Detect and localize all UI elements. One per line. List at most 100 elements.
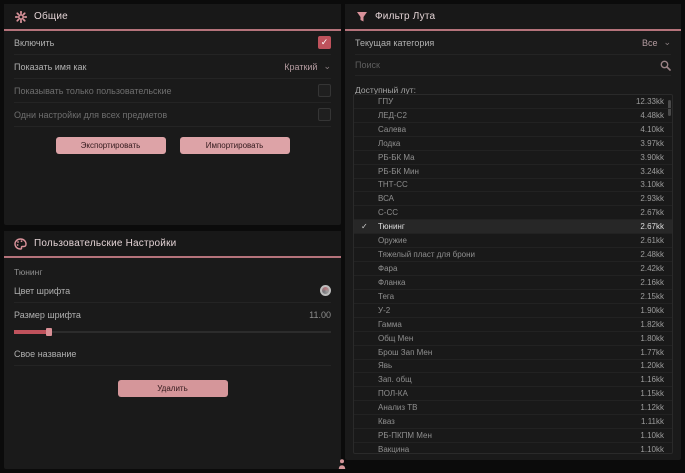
loot-list-item[interactable]: Лодка3.97kk	[354, 137, 672, 151]
loot-list-item[interactable]: РБ-БК Мин3.24kk	[354, 165, 672, 179]
loot-item-name: Зап. общ	[378, 375, 412, 384]
loot-item-price: 2.93kk	[640, 194, 664, 203]
loot-item-name: Вакцина	[378, 445, 409, 454]
slider-fill	[14, 330, 48, 334]
loot-list-item[interactable]: ПОЛ-КА 1.15kk	[354, 387, 672, 401]
only-custom-checkbox[interactable]	[318, 84, 331, 97]
loot-list-item[interactable]: Салева4.10kk	[354, 123, 672, 137]
font-size-label: Размер шрифта	[14, 310, 81, 320]
loot-list-item[interactable]: Анализ ТВ1.12kk	[354, 401, 672, 415]
delete-row: Удалить	[4, 380, 341, 397]
loot-list-item[interactable]: С-СС2.67kk	[354, 206, 672, 220]
loot-list-item[interactable]: ЛЕД-С2 4.48kk	[354, 109, 672, 123]
loot-list-item[interactable]: Фланка2.16kk	[354, 276, 672, 290]
loot-list-item[interactable]: Явь 1.20kk	[354, 360, 672, 374]
category-label: Текущая категория	[355, 38, 434, 48]
gear-icon	[14, 10, 27, 23]
loot-item-name: РБ-ПКПМ Мен	[378, 431, 432, 440]
loot-list-item[interactable]: ✓ Тюнинг 2.67kk	[354, 220, 672, 234]
font-size-value: 11.00	[309, 310, 331, 320]
color-wheel-icon[interactable]	[320, 285, 331, 296]
loot-list-item[interactable]: Общ Мен1.80kk	[354, 332, 672, 346]
same-settings-row: Одни настройки для всех предметов	[14, 103, 331, 127]
loot-item-name: Явь	[378, 361, 392, 370]
loot-item-price: 1.11kk	[641, 417, 664, 426]
enable-label: Включить	[14, 38, 54, 48]
loot-list-item[interactable]: РБ-ПКПМ Мен 1.10kk	[354, 429, 672, 443]
loot-list-item[interactable]: ВСА 2.93kk	[354, 192, 672, 206]
loot-item-name: РБ-БК Мин	[378, 167, 419, 176]
loot-item-price: 1.15kk	[640, 389, 664, 398]
loot-list-item[interactable]: Оружие 2.61kk	[354, 234, 672, 248]
font-size-slider[interactable]	[14, 328, 331, 336]
palette-icon	[14, 237, 27, 250]
loot-item-price: 2.61kk	[640, 236, 664, 245]
loot-item-price: 1.20kk	[640, 361, 664, 370]
delete-button[interactable]: Удалить	[118, 380, 228, 397]
loot-list-item[interactable]: У-21.90kk	[354, 304, 672, 318]
loot-item-price: 1.90kk	[640, 306, 664, 315]
general-panel-title: Общие	[34, 11, 68, 22]
selected-item-label: Тюнинг	[14, 267, 331, 277]
same-settings-checkbox[interactable]	[318, 108, 331, 121]
chevron-down-icon: ⌄	[323, 62, 331, 71]
loot-item-name: Анализ ТВ	[378, 403, 417, 412]
loot-list-item[interactable]: Брош Зап Мен1.77kk	[354, 346, 672, 360]
loot-item-price: 2.67kk	[640, 222, 664, 231]
loot-list-item[interactable]: Тега 2.15kk	[354, 290, 672, 304]
custom-settings-header: Пользовательские Настройки	[4, 231, 341, 258]
name-display-dropdown[interactable]: Краткий ⌄	[284, 62, 331, 72]
loot-list-item[interactable]: Вакцина1.10kk	[354, 443, 672, 454]
export-button[interactable]: Экспортировать	[56, 137, 166, 154]
loot-list-item[interactable]: РБ-БК Ма3.90kk	[354, 151, 672, 165]
loot-item-name: Гамма	[378, 320, 402, 329]
loot-item-name: Тюнинг	[378, 222, 405, 231]
loot-item-price: 2.15kk	[640, 292, 664, 301]
loot-item-price: 3.97kk	[640, 139, 664, 148]
slider-track	[14, 331, 331, 333]
name-display-label: Показать имя как	[14, 62, 86, 72]
enable-checkbox[interactable]: ✓	[318, 36, 331, 49]
mod-launcher-icon[interactable]	[336, 458, 348, 470]
loot-list-item[interactable]: Зап. общ 1.16kk	[354, 373, 672, 387]
general-panel: Общие Включить ✓ Показать имя как Кратки…	[4, 4, 341, 225]
general-panel-header: Общие	[4, 4, 341, 31]
loot-list-item[interactable]: Фара2.42kk	[354, 262, 672, 276]
loot-item-price: 1.10kk	[640, 431, 664, 440]
font-color-row: Цвет шрифта	[14, 279, 331, 303]
category-dropdown[interactable]: Все ⌄	[642, 38, 671, 48]
loot-item-price: 1.16kk	[640, 375, 664, 384]
loot-item-name: Тега	[378, 292, 394, 301]
loot-item-name: ВСА	[378, 194, 394, 203]
loot-list-item[interactable]: Гамма1.82kk	[354, 318, 672, 332]
loot-filter-title: Фильтр Лута	[375, 11, 435, 22]
loot-list-item[interactable]: Кваз1.11kk	[354, 415, 672, 429]
enable-row: Включить ✓	[14, 31, 331, 55]
loot-item-name: Тяжелый пласт для брони	[378, 250, 475, 259]
search-icon[interactable]	[660, 60, 671, 71]
loot-item-price: 4.48kk	[640, 111, 664, 120]
loot-item-name: Брош Зап Мен	[378, 348, 432, 357]
loot-item-name: Фара	[378, 264, 397, 273]
checkmark-icon: ✓	[361, 222, 368, 231]
loot-list-item[interactable]: ГПУ12.33kk	[354, 95, 672, 109]
loot-item-name: ГПУ	[378, 97, 393, 106]
loot-item-name: ЛЕД-С2	[378, 111, 407, 120]
loot-list-item[interactable]: ТНТ-СС 3.10kk	[354, 179, 672, 193]
loot-item-price: 1.80kk	[640, 334, 664, 343]
import-button[interactable]: Импортировать	[180, 137, 290, 154]
custom-settings-panel: Пользовательские Настройки Тюнинг Цвет ш…	[4, 231, 341, 469]
loot-item-name: Салева	[378, 125, 406, 134]
loot-item-name: ПОЛ-КА	[378, 389, 408, 398]
custom-name-label: Свое название	[14, 349, 76, 359]
loot-item-name: Оружие	[378, 236, 407, 245]
loot-filter-panel: Фильтр Лута Текущая категория Все ⌄ Поис…	[345, 4, 681, 460]
search-row: Поиск	[355, 55, 671, 76]
loot-list-item[interactable]: Тяжелый пласт для брони2.48kk	[354, 248, 672, 262]
loot-item-name: ТНТ-СС	[378, 180, 408, 189]
loot-item-price: 3.10kk	[640, 180, 664, 189]
search-input[interactable]: Поиск	[355, 60, 380, 70]
slider-handle[interactable]	[46, 328, 52, 336]
category-row: Текущая категория Все ⌄	[355, 31, 671, 55]
name-display-value: Краткий	[284, 62, 317, 72]
